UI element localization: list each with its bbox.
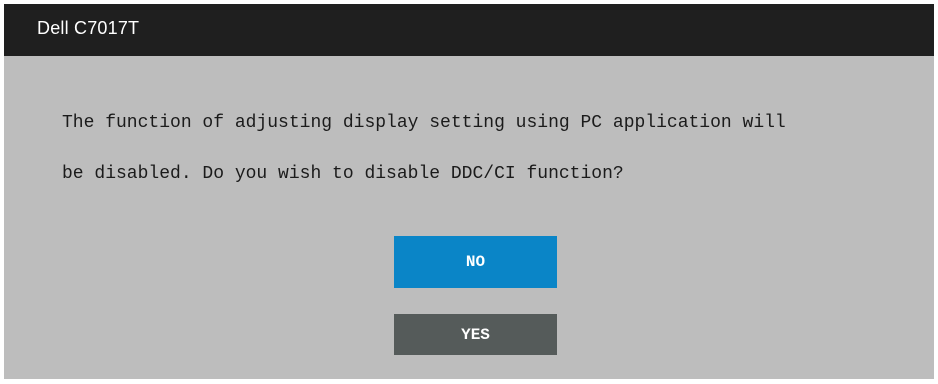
- title-bar: Dell C7017T: [4, 4, 934, 56]
- dialog-message-line-2: be disabled. Do you wish to disable DDC/…: [62, 164, 624, 184]
- dialog-message-line-1: The function of adjusting display settin…: [62, 113, 786, 133]
- no-button[interactable]: NO: [394, 236, 557, 288]
- yes-button[interactable]: YES: [394, 314, 557, 355]
- ddcci-dialog: Dell C7017T The function of adjusting di…: [4, 4, 934, 379]
- monitor-title: Dell C7017T: [37, 18, 140, 38]
